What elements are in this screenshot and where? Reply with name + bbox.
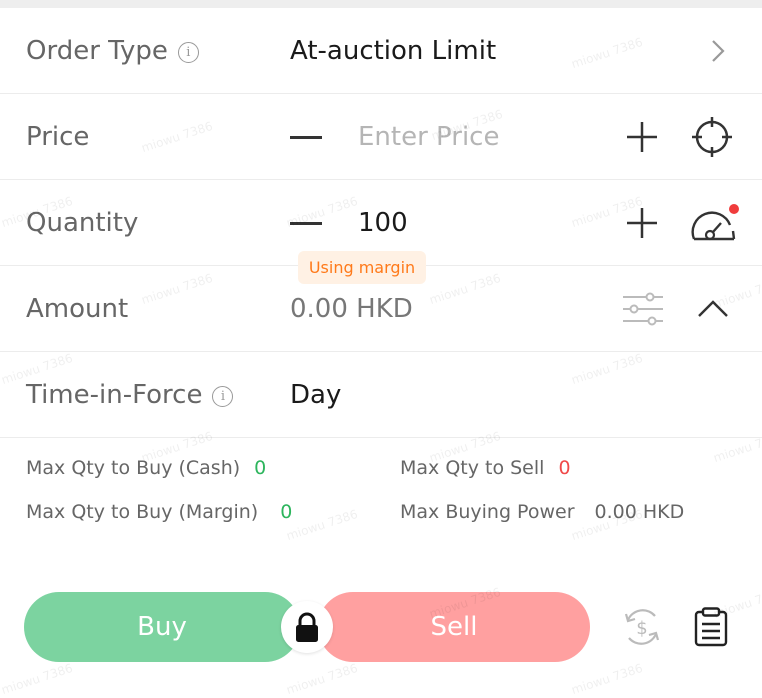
price-row: Price Enter Price (0, 94, 762, 180)
info-icon[interactable]: i (212, 385, 234, 407)
info-icon[interactable]: i (177, 41, 199, 63)
watermark: miowu 7386 (0, 660, 75, 698)
watermark: miowu 7386 (569, 660, 645, 698)
svg-text:$: $ (636, 618, 647, 639)
quantity-label: Quantity (26, 207, 139, 238)
quantity-input[interactable]: 100 (358, 208, 408, 238)
time-in-force-value: Day (290, 379, 342, 410)
chevron-right-icon[interactable] (708, 38, 728, 64)
top-bar (0, 0, 762, 8)
quantity-minus-icon[interactable] (290, 222, 322, 225)
quantity-plus-icon[interactable] (625, 206, 659, 240)
max-qty-buy-cash-label: Max Qty to Buy (Cash) (26, 457, 241, 479)
time-in-force-label-text: Time-in-Force (26, 379, 203, 410)
currency-exchange-icon[interactable]: $ (621, 606, 663, 648)
order-type-value: At-auction Limit (290, 35, 497, 66)
price-minus-icon[interactable] (290, 136, 322, 139)
sliders-icon[interactable] (622, 291, 664, 327)
price-label: Price (26, 121, 90, 152)
lock-button[interactable] (281, 601, 333, 653)
max-qty-buy-margin-label: Max Qty to Buy (Margin) (26, 501, 259, 523)
clipboard-icon[interactable] (693, 607, 729, 647)
max-qty-buy-cash: Max Qty to Buy (Cash) 0 (26, 457, 266, 479)
buy-button[interactable]: Buy (24, 592, 300, 662)
max-buying-power: Max Buying Power 0.00 HKD (400, 501, 684, 523)
crosshair-icon[interactable] (691, 116, 733, 158)
amount-value: 0.00 HKD (290, 293, 413, 324)
order-type-label: Order Type i (26, 36, 199, 66)
max-buying-power-value: 0.00 HKD (594, 501, 685, 523)
time-in-force-row[interactable]: Time-in-Force i Day (0, 352, 762, 438)
max-qty-buy-margin: Max Qty to Buy (Margin) 0 (26, 501, 292, 523)
amount-label: Amount (26, 293, 129, 324)
max-qty-sell-value: 0 (558, 457, 571, 479)
max-qty-sell: Max Qty to Sell 0 (400, 457, 571, 479)
max-buying-power-label: Max Buying Power (400, 501, 575, 523)
amount-row: Amount 0.00 HKD (0, 266, 762, 352)
notification-dot (729, 203, 739, 214)
chevron-up-icon[interactable] (697, 299, 729, 319)
max-qty-buy-cash-value: 0 (254, 457, 267, 479)
lock-icon (296, 612, 318, 642)
watermark: miowu 7386 (284, 506, 360, 544)
gauge-icon[interactable] (690, 201, 740, 245)
watermark: miowu 7386 (284, 660, 360, 698)
price-input[interactable]: Enter Price (358, 122, 499, 152)
order-type-label-text: Order Type (26, 35, 168, 66)
price-plus-icon[interactable] (625, 120, 659, 154)
max-qty-buy-margin-value: 0 (280, 501, 293, 523)
time-in-force-label: Time-in-Force i (26, 379, 234, 410)
sell-button[interactable]: Sell (318, 592, 590, 662)
order-type-row[interactable]: Order Type i At-auction Limit (0, 8, 762, 94)
max-qty-sell-label: Max Qty to Sell (400, 457, 545, 479)
